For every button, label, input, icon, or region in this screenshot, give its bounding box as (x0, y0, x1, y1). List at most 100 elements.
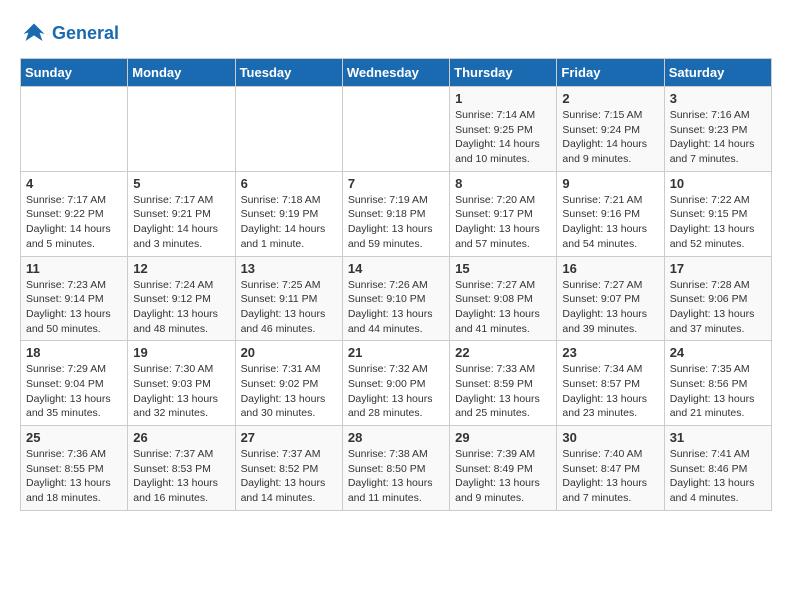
calendar-cell: 31Sunrise: 7:41 AM Sunset: 8:46 PM Dayli… (664, 426, 771, 511)
calendar-cell: 22 Sunrise: 7:33 AM Sunset: 8:59 PM Dayli… (450, 341, 557, 426)
calendar-cell: 24Sunrise: 7:35 AM Sunset: 8:56 PM Dayli… (664, 341, 771, 426)
day-number: 11 (26, 261, 122, 276)
day-number: 21 (348, 345, 444, 360)
day-number: 31 (670, 430, 766, 445)
calendar-cell: 15 Sunrise: 7:27 AM Sunset: 9:08 PM Dayli… (450, 256, 557, 341)
calendar-table: SundayMondayTuesdayWednesdayThursdayFrid… (20, 58, 772, 511)
calendar-cell: 4 Sunrise: 7:17 AM Sunset: 9:22 PM Daylig… (21, 171, 128, 256)
logo: General (20, 20, 119, 48)
calendar-cell: 17 Sunrise: 7:28 AM Sunset: 9:06 PM Dayli… (664, 256, 771, 341)
calendar-cell: 21 Sunrise: 7:32 AM Sunset: 9:00 PM Dayli… (342, 341, 449, 426)
day-info: Sunrise: 7:17 AM Sunset: 9:22 PM Dayligh… (26, 193, 122, 252)
day-number: 8 (455, 176, 551, 191)
calendar-cell: 19Sunrise: 7:30 AM Sunset: 9:03 PM Dayli… (128, 341, 235, 426)
calendar-cell: 3Sunrise: 7:16 AM Sunset: 9:23 PM Daylig… (664, 87, 771, 172)
day-number: 27 (241, 430, 337, 445)
day-info: Sunrise: 7:27 AM Sunset: 9:08 PM Dayligh… (455, 278, 551, 337)
calendar-cell: 28 Sunrise: 7:38 AM Sunset: 8:50 PM Dayli… (342, 426, 449, 511)
calendar-cell: 30 Sunrise: 7:40 AM Sunset: 8:47 PM Dayli… (557, 426, 664, 511)
day-info: Sunrise: 7:40 AM Sunset: 8:47 PM Dayligh… (562, 447, 658, 506)
day-info: Sunrise: 7:24 AM Sunset: 9:12 PM Dayligh… (133, 278, 229, 337)
day-info: Sunrise: 7:29 AM Sunset: 9:04 PM Dayligh… (26, 362, 122, 421)
calendar-cell: 9 Sunrise: 7:21 AM Sunset: 9:16 PM Daylig… (557, 171, 664, 256)
day-number: 3 (670, 91, 766, 106)
logo-icon (20, 20, 48, 48)
calendar-cell: 7Sunrise: 7:19 AM Sunset: 9:18 PM Daylig… (342, 171, 449, 256)
calendar-cell: 29Sunrise: 7:39 AM Sunset: 8:49 PM Dayli… (450, 426, 557, 511)
day-header-friday: Friday (557, 59, 664, 87)
calendar-cell: 20 Sunrise: 7:31 AM Sunset: 9:02 PM Dayli… (235, 341, 342, 426)
day-info: Sunrise: 7:30 AM Sunset: 9:03 PM Dayligh… (133, 362, 229, 421)
calendar-week-row: 1Sunrise: 7:14 AM Sunset: 9:25 PM Daylig… (21, 87, 772, 172)
day-info: Sunrise: 7:38 AM Sunset: 8:50 PM Dayligh… (348, 447, 444, 506)
calendar-cell: 11 Sunrise: 7:23 AM Sunset: 9:14 PM Dayli… (21, 256, 128, 341)
day-info: Sunrise: 7:36 AM Sunset: 8:55 PM Dayligh… (26, 447, 122, 506)
day-number: 26 (133, 430, 229, 445)
day-number: 10 (670, 176, 766, 191)
calendar-cell: 18 Sunrise: 7:29 AM Sunset: 9:04 PM Dayli… (21, 341, 128, 426)
calendar-cell: 23 Sunrise: 7:34 AM Sunset: 8:57 PM Dayli… (557, 341, 664, 426)
calendar-cell: 13 Sunrise: 7:25 AM Sunset: 9:11 PM Dayli… (235, 256, 342, 341)
day-info: Sunrise: 7:23 AM Sunset: 9:14 PM Dayligh… (26, 278, 122, 337)
day-number: 13 (241, 261, 337, 276)
day-info: Sunrise: 7:22 AM Sunset: 9:15 PM Dayligh… (670, 193, 766, 252)
day-info: Sunrise: 7:27 AM Sunset: 9:07 PM Dayligh… (562, 278, 658, 337)
day-number: 22 (455, 345, 551, 360)
calendar-week-row: 25 Sunrise: 7:36 AM Sunset: 8:55 PM Dayli… (21, 426, 772, 511)
day-header-thursday: Thursday (450, 59, 557, 87)
calendar-cell: 25 Sunrise: 7:36 AM Sunset: 8:55 PM Dayli… (21, 426, 128, 511)
day-info: Sunrise: 7:32 AM Sunset: 9:00 PM Dayligh… (348, 362, 444, 421)
calendar-cell: 8 Sunrise: 7:20 AM Sunset: 9:17 PM Daylig… (450, 171, 557, 256)
calendar-cell: 12 Sunrise: 7:24 AM Sunset: 9:12 PM Dayli… (128, 256, 235, 341)
calendar-cell (235, 87, 342, 172)
calendar-week-row: 18 Sunrise: 7:29 AM Sunset: 9:04 PM Dayli… (21, 341, 772, 426)
day-info: Sunrise: 7:19 AM Sunset: 9:18 PM Dayligh… (348, 193, 444, 252)
day-info: Sunrise: 7:37 AM Sunset: 8:52 PM Dayligh… (241, 447, 337, 506)
calendar-cell (128, 87, 235, 172)
day-info: Sunrise: 7:31 AM Sunset: 9:02 PM Dayligh… (241, 362, 337, 421)
calendar-cell: 2Sunrise: 7:15 AM Sunset: 9:24 PM Daylig… (557, 87, 664, 172)
calendar-cell: 5 Sunrise: 7:17 AM Sunset: 9:21 PM Daylig… (128, 171, 235, 256)
calendar-cell (342, 87, 449, 172)
day-header-saturday: Saturday (664, 59, 771, 87)
day-number: 9 (562, 176, 658, 191)
day-number: 15 (455, 261, 551, 276)
day-number: 1 (455, 91, 551, 106)
day-number: 23 (562, 345, 658, 360)
calendar-cell: 26 Sunrise: 7:37 AM Sunset: 8:53 PM Dayli… (128, 426, 235, 511)
calendar-week-row: 4 Sunrise: 7:17 AM Sunset: 9:22 PM Daylig… (21, 171, 772, 256)
day-header-wednesday: Wednesday (342, 59, 449, 87)
day-info: Sunrise: 7:28 AM Sunset: 9:06 PM Dayligh… (670, 278, 766, 337)
day-number: 28 (348, 430, 444, 445)
day-info: Sunrise: 7:15 AM Sunset: 9:24 PM Dayligh… (562, 108, 658, 167)
day-info: Sunrise: 7:25 AM Sunset: 9:11 PM Dayligh… (241, 278, 337, 337)
calendar-cell (21, 87, 128, 172)
day-number: 18 (26, 345, 122, 360)
day-number: 25 (26, 430, 122, 445)
logo-text: General (52, 24, 119, 44)
calendar-cell: 6 Sunrise: 7:18 AM Sunset: 9:19 PM Daylig… (235, 171, 342, 256)
day-header-tuesday: Tuesday (235, 59, 342, 87)
calendar-cell: 16 Sunrise: 7:27 AM Sunset: 9:07 PM Dayli… (557, 256, 664, 341)
day-info: Sunrise: 7:37 AM Sunset: 8:53 PM Dayligh… (133, 447, 229, 506)
day-info: Sunrise: 7:20 AM Sunset: 9:17 PM Dayligh… (455, 193, 551, 252)
day-number: 12 (133, 261, 229, 276)
day-info: Sunrise: 7:33 AM Sunset: 8:59 PM Dayligh… (455, 362, 551, 421)
day-info: Sunrise: 7:35 AM Sunset: 8:56 PM Dayligh… (670, 362, 766, 421)
day-number: 20 (241, 345, 337, 360)
day-info: Sunrise: 7:34 AM Sunset: 8:57 PM Dayligh… (562, 362, 658, 421)
day-number: 17 (670, 261, 766, 276)
day-number: 4 (26, 176, 122, 191)
day-number: 16 (562, 261, 658, 276)
day-info: Sunrise: 7:21 AM Sunset: 9:16 PM Dayligh… (562, 193, 658, 252)
page-header: General (20, 20, 772, 48)
calendar-cell: 14Sunrise: 7:26 AM Sunset: 9:10 PM Dayli… (342, 256, 449, 341)
day-info: Sunrise: 7:18 AM Sunset: 9:19 PM Dayligh… (241, 193, 337, 252)
day-number: 6 (241, 176, 337, 191)
day-number: 30 (562, 430, 658, 445)
day-number: 5 (133, 176, 229, 191)
day-info: Sunrise: 7:17 AM Sunset: 9:21 PM Dayligh… (133, 193, 229, 252)
calendar-cell: 27 Sunrise: 7:37 AM Sunset: 8:52 PM Dayli… (235, 426, 342, 511)
day-header-monday: Monday (128, 59, 235, 87)
day-info: Sunrise: 7:39 AM Sunset: 8:49 PM Dayligh… (455, 447, 551, 506)
